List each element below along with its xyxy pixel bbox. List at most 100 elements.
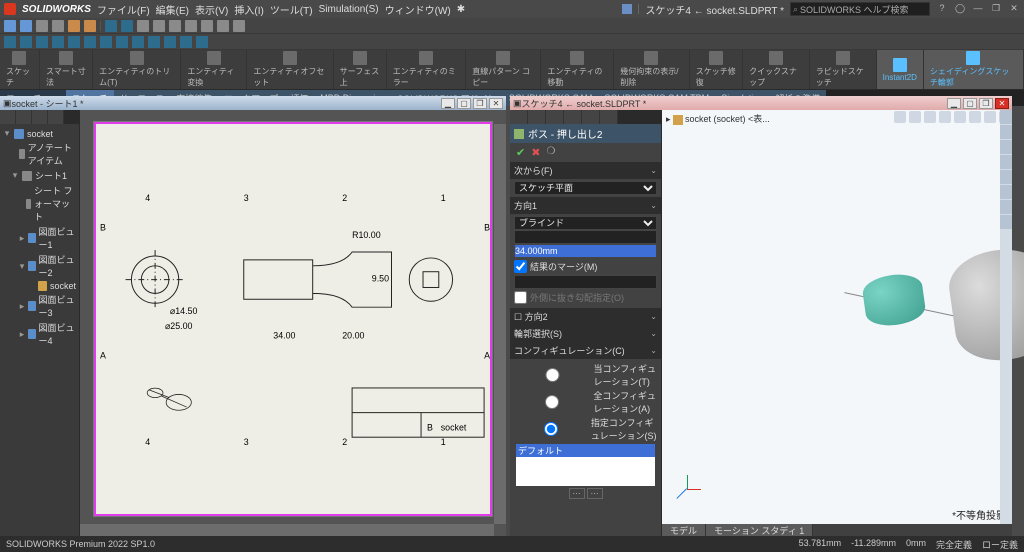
tree-node[interactable]: アノテート アイテム [3, 140, 76, 168]
tree-node[interactable]: ▸図面ビュー4 [3, 320, 76, 348]
cmd-relations[interactable]: 幾何拘束の表示/削除 [614, 50, 690, 89]
qat-e5-icon[interactable] [217, 20, 229, 32]
hud-scene-icon[interactable] [954, 111, 966, 123]
tree-node[interactable]: シート フォーマット [3, 183, 76, 224]
fm-tab-prop-icon[interactable] [16, 110, 32, 124]
qat-undo-icon[interactable] [68, 20, 80, 32]
hud-hide-icon[interactable] [984, 111, 996, 123]
qat-e3-icon[interactable] [185, 20, 197, 32]
pm-tab-5-icon[interactable] [582, 110, 600, 124]
pm-dir1-ref[interactable] [514, 230, 657, 244]
pm-dir1-type[interactable]: ブラインド [514, 216, 657, 230]
tree-node[interactable]: ▸図面ビュー1 [3, 224, 76, 252]
pm-detail-button[interactable]: ❍ [546, 146, 555, 159]
drawing-scroll-v[interactable] [494, 124, 506, 524]
menu-insert[interactable]: 挿入(I) [234, 2, 263, 17]
tb2-6-icon[interactable] [84, 36, 96, 48]
tb2-2-icon[interactable] [20, 36, 32, 48]
pm-tab-3-icon[interactable] [546, 110, 564, 124]
drawing-min-button[interactable]: ▁ [441, 98, 455, 109]
tb2-11-icon[interactable] [164, 36, 176, 48]
pm-cancel-button[interactable]: ✖ [531, 146, 540, 159]
menu-view[interactable]: 表示(V) [195, 2, 228, 17]
tb2-9-icon[interactable] [132, 36, 144, 48]
pm-draft-input[interactable] [514, 275, 657, 289]
tb2-13-icon[interactable] [196, 36, 208, 48]
pm-ok-button[interactable]: ✔ [516, 146, 525, 159]
tp-explorer-icon[interactable] [1000, 155, 1012, 169]
part-close-button[interactable]: ✕ [995, 98, 1009, 109]
tp-view-icon[interactable] [1000, 170, 1012, 184]
cmd-instant2d[interactable]: Instant2D [877, 50, 924, 89]
tb2-7-icon[interactable] [100, 36, 112, 48]
drawing-titlebar[interactable]: ▣ socket - シート1 * ▁ ▢ ❐ ✕ [0, 96, 506, 110]
pm-section-contour[interactable]: 輪郭選択(S)⌄ [510, 325, 661, 342]
pm-tab-1-icon[interactable] [510, 110, 528, 124]
fm-tab-conf-icon[interactable] [32, 110, 48, 124]
tab-motion-study[interactable]: モーション スタディ 1 [706, 524, 813, 536]
qat-redo-icon[interactable] [84, 20, 96, 32]
pm-outside-check[interactable] [514, 291, 527, 304]
pm-depth-input[interactable] [514, 244, 657, 258]
pm-merge-check[interactable] [514, 260, 527, 273]
cmd-linear-pattern[interactable]: 直線パターン コピー [466, 50, 541, 89]
user-icon[interactable]: ◯ [954, 3, 966, 15]
hud-fit-icon[interactable] [909, 111, 921, 123]
cmd-convert[interactable]: エンティティ変換 [181, 50, 247, 89]
menu-overflow[interactable]: ✱ [457, 4, 465, 15]
cmd-rapid-sketch[interactable]: ラピッドスケッチ [810, 50, 877, 89]
pm-section-dir1[interactable]: 方向1⌄ [510, 197, 661, 214]
tb2-12-icon[interactable] [180, 36, 192, 48]
window-minimize[interactable]: — [972, 3, 984, 15]
hud-display-icon[interactable] [939, 111, 951, 123]
cmd-move[interactable]: エンティティの移動 [541, 50, 614, 89]
view-triad[interactable] [672, 474, 702, 504]
menu-simulation[interactable]: Simulation(S) [319, 4, 379, 15]
help-icon[interactable]: ? [936, 3, 948, 15]
drawing-scroll-h[interactable] [80, 524, 494, 536]
qat-open-icon[interactable] [20, 20, 32, 32]
pm-section-from[interactable]: 次から(F)⌄ [510, 162, 661, 179]
pm-tab-4-icon[interactable] [564, 110, 582, 124]
part-min-button[interactable]: ▁ [947, 98, 961, 109]
pm-btn-1[interactable]: ··· [569, 488, 585, 499]
tp-home-icon[interactable] [1000, 110, 1012, 124]
part-titlebar[interactable]: ▣ スケッチ4 ← socket.SLDPRT * ▁ ▢ ❐ ✕ [510, 96, 1012, 110]
tb2-1-icon[interactable] [4, 36, 16, 48]
qat-select-icon[interactable] [105, 20, 117, 32]
drawing-restore-button[interactable]: ❐ [473, 98, 487, 109]
qat-new-icon[interactable] [4, 20, 16, 32]
fm-tab-tree-icon[interactable] [0, 110, 16, 124]
fm-tab-disp-icon[interactable] [48, 110, 64, 124]
tb2-10-icon[interactable] [148, 36, 160, 48]
pm-from-select[interactable]: スケッチ平面 [514, 181, 657, 195]
window-restore[interactable]: ❐ [990, 3, 1002, 15]
cmd-shaded-sketch[interactable]: シェイディングスケッチ輪郭 [924, 50, 1024, 89]
tp-appearance-icon[interactable] [1000, 185, 1012, 199]
drawing-close-button[interactable]: ✕ [489, 98, 503, 109]
tree-node[interactable]: ▾図面ビュー2 [3, 252, 76, 280]
tree-node[interactable]: ▸図面ビュー3 [3, 292, 76, 320]
qat-options-icon[interactable] [137, 20, 149, 32]
qat-rebuild-icon[interactable] [121, 20, 133, 32]
qat-e6-icon[interactable] [233, 20, 245, 32]
tb2-4-icon[interactable] [52, 36, 64, 48]
qat-e1-icon[interactable] [153, 20, 165, 32]
tree-node[interactable]: ▾socket [3, 127, 76, 140]
pm-conf-this[interactable] [514, 368, 591, 382]
menu-file[interactable]: ファイル(F) [97, 2, 150, 17]
hud-zoom-icon[interactable] [894, 111, 906, 123]
qat-save-icon[interactable] [36, 20, 48, 32]
qat-e2-icon[interactable] [169, 20, 181, 32]
tb2-8-icon[interactable] [116, 36, 128, 48]
pm-tab-2-icon[interactable] [528, 110, 546, 124]
cmd-quick-snap[interactable]: クイックスナップ [743, 50, 810, 89]
qat-print-icon[interactable] [52, 20, 64, 32]
drawing-canvas[interactable]: 4321 4321 BA BA [80, 110, 506, 536]
pm-conf-list[interactable]: デフォルト [516, 444, 655, 486]
pm-conf-spec[interactable] [514, 422, 588, 436]
pm-conf-all[interactable] [514, 395, 590, 409]
tp-forum-icon[interactable] [1000, 215, 1012, 229]
pm-section-config[interactable]: コンフィギュレーション(C)⌄ [510, 342, 661, 359]
part-max-button[interactable]: ▢ [963, 98, 977, 109]
